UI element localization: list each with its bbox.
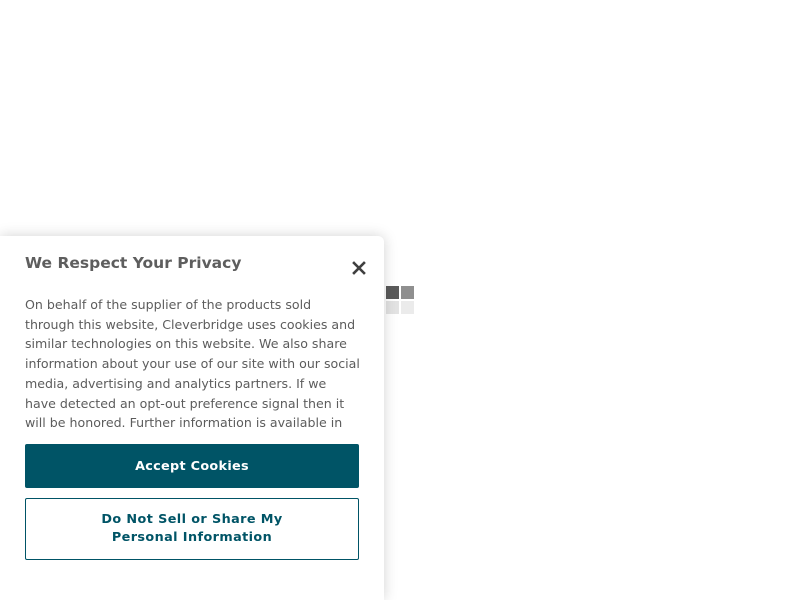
close-icon <box>352 261 366 275</box>
loader-square <box>386 301 399 314</box>
accept-cookies-button[interactable]: Accept Cookies <box>25 444 359 488</box>
banner-description: On behalf of the supplier of the product… <box>25 297 360 431</box>
page: We Respect Your Privacy On behalf of the… <box>0 0 800 600</box>
cookie-consent-banner: We Respect Your Privacy On behalf of the… <box>0 236 384 600</box>
close-button[interactable] <box>346 256 372 278</box>
loader-square <box>401 286 414 299</box>
do-not-sell-button[interactable]: Do Not Sell or Share My Personal Informa… <box>25 498 359 560</box>
banner-title: We Respect Your Privacy <box>25 254 242 272</box>
loading-spinner-icon <box>386 286 414 314</box>
loader-square <box>401 301 414 314</box>
loader-square <box>386 286 399 299</box>
